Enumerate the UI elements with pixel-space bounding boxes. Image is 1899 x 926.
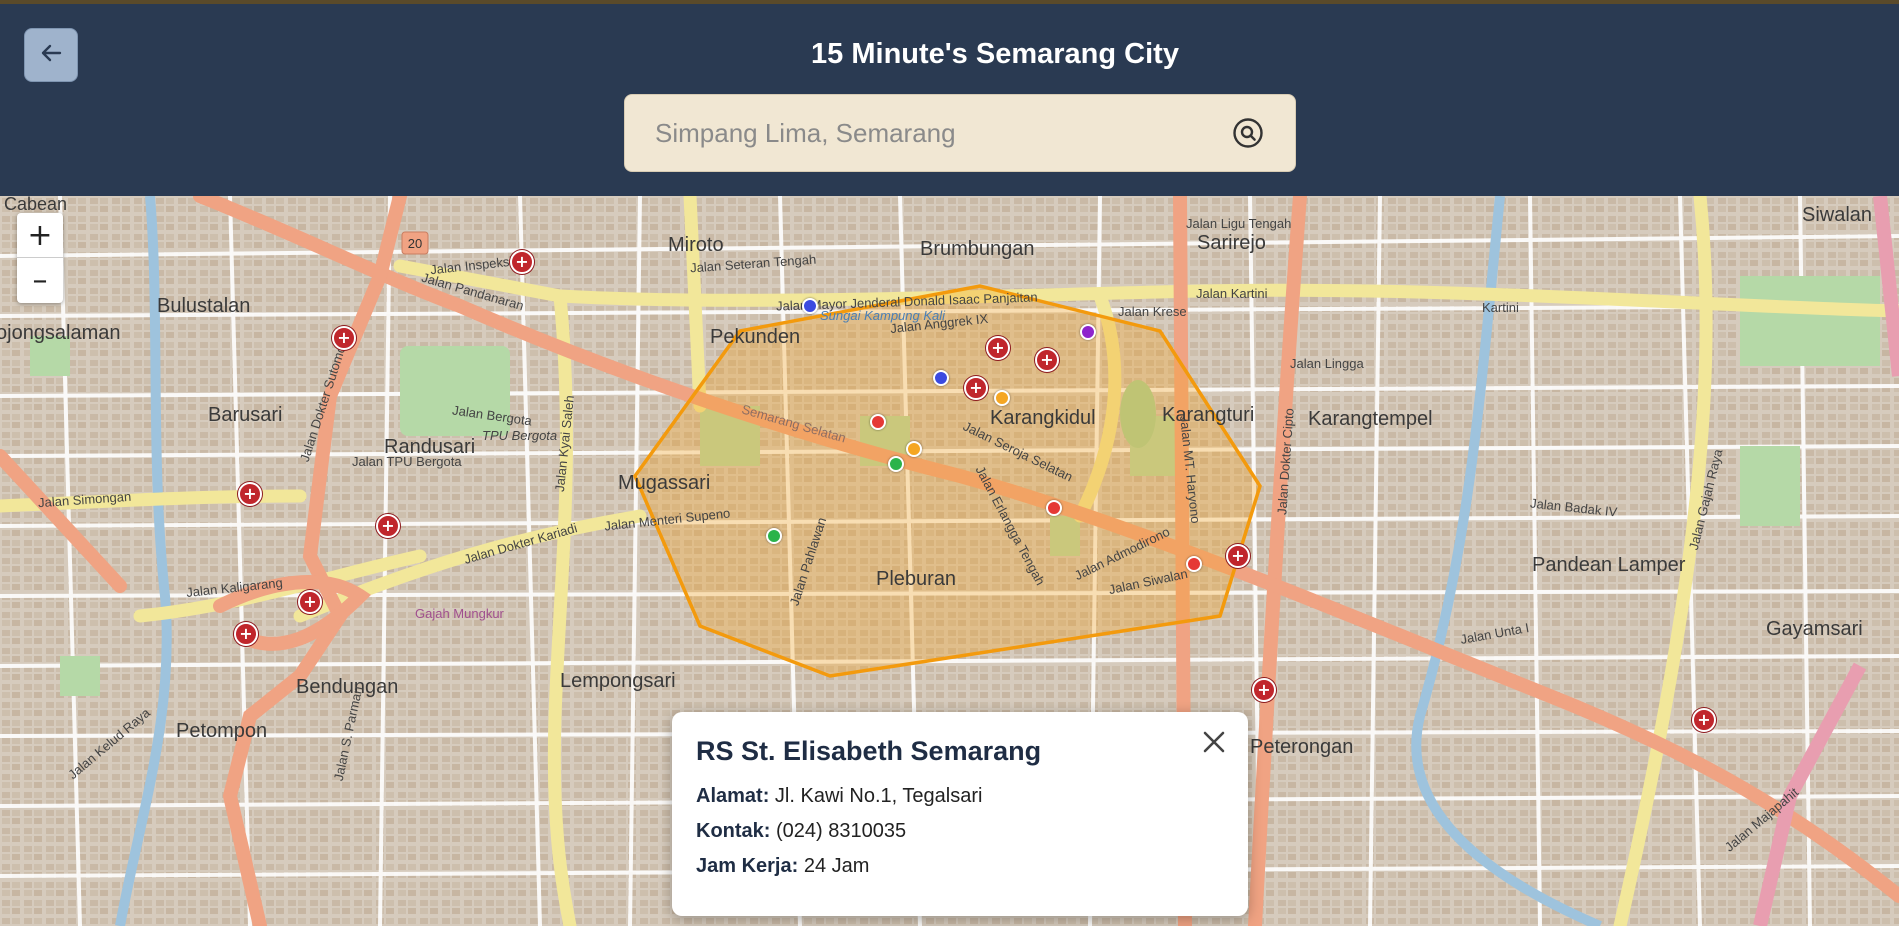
- zoom-control: + –: [17, 213, 63, 303]
- street-label: Kartini: [1482, 300, 1519, 315]
- place-label: Petompon: [176, 720, 268, 742]
- street-label: Jalan TPU Bergota: [352, 454, 462, 469]
- place-label: ojongsalaman: [0, 322, 121, 344]
- place-label: Lempongsari: [560, 670, 676, 692]
- place-label: Siwalan: [1802, 204, 1873, 226]
- place-label: Karangkidul: [990, 407, 1096, 429]
- place-label: Bulustalan: [157, 295, 251, 317]
- facility-marker[interactable]: [1080, 324, 1096, 340]
- hours-label: Jam Kerja:: [696, 855, 799, 877]
- popup-hours-row: Jam Kerja: 24 Jam: [696, 855, 1224, 878]
- place-label: TPU Bergota: [482, 428, 558, 443]
- popup-contact-row: Kontak: (024) 8310035: [696, 820, 1224, 843]
- route-badge-text: 20: [408, 236, 422, 251]
- contact-value: (024) 8310035: [776, 820, 907, 842]
- app-header: 15 Minute's Semarang City: [0, 4, 1899, 196]
- place-label: Barusari: [208, 404, 283, 426]
- hospital-icon[interactable]: +: [1692, 708, 1716, 732]
- hospital-icon[interactable]: +: [986, 336, 1010, 360]
- hospital-icon[interactable]: +: [298, 590, 322, 614]
- street-label: Jalan Lingga: [1290, 356, 1364, 371]
- hours-value: 24 Jam: [803, 855, 870, 877]
- popup-title: RS St. Elisabeth Semarang: [696, 736, 1042, 766]
- facility-marker[interactable]: [802, 298, 818, 314]
- place-label: Miroto: [668, 234, 724, 256]
- zoom-in-button[interactable]: +: [17, 213, 63, 258]
- facility-marker[interactable]: [870, 414, 886, 430]
- place-label: Bendungan: [296, 676, 399, 698]
- hospital-icon[interactable]: +: [1035, 348, 1059, 372]
- address-value: Jl. Kawi No.1, Tegalsari: [774, 785, 983, 807]
- facility-marker[interactable]: [933, 370, 949, 386]
- hospital-icon[interactable]: +: [1252, 678, 1276, 702]
- place-label: Gajah Mungkur: [415, 606, 504, 621]
- hospital-icon[interactable]: +: [1226, 544, 1250, 568]
- place-label: Sarirejo: [1197, 232, 1266, 254]
- place-label: Karangtempel: [1308, 408, 1433, 430]
- place-label: Brumbungan: [920, 238, 1035, 260]
- hospital-icon[interactable]: +: [964, 376, 988, 400]
- contact-label: Kontak:: [696, 820, 771, 842]
- popup-address-row: Alamat: Jl. Kawi No.1, Tegalsari: [696, 785, 1224, 808]
- search-bar[interactable]: [624, 94, 1296, 172]
- hospital-icon[interactable]: +: [376, 514, 400, 538]
- place-label: Pekunden: [710, 326, 801, 348]
- hospital-icon[interactable]: +: [510, 250, 534, 274]
- street-label: Sungai Kampung Kali: [820, 308, 946, 323]
- place-label: Mugassari: [618, 472, 711, 494]
- hospital-icon[interactable]: +: [238, 482, 262, 506]
- facility-marker[interactable]: [888, 456, 904, 472]
- facility-marker[interactable]: [766, 528, 782, 544]
- place-label: Gayamsari: [1766, 618, 1863, 640]
- facility-marker[interactable]: [1186, 556, 1202, 572]
- place-popup: RS St. Elisabeth Semarang Alamat: Jl. Ka…: [672, 712, 1248, 916]
- place-label: Pleburan: [876, 568, 957, 590]
- close-icon[interactable]: [1196, 724, 1232, 760]
- facility-marker[interactable]: [906, 441, 922, 457]
- place-label: Peterongan: [1250, 736, 1354, 758]
- search-circle-icon[interactable]: [1231, 116, 1265, 150]
- address-label: Alamat:: [696, 785, 770, 807]
- page-title: 15 Minute's Semarang City: [811, 38, 1179, 70]
- street-label: Jalan Ligu Tengah: [1186, 216, 1292, 231]
- place-label: Pandean Lamper: [1532, 554, 1686, 576]
- street-label: Jalan Kartini: [1196, 286, 1268, 301]
- place-label: Karangturi: [1162, 404, 1255, 426]
- hospital-icon[interactable]: +: [332, 326, 356, 350]
- hospital-icon[interactable]: +: [234, 622, 258, 646]
- zoom-out-button[interactable]: –: [17, 258, 63, 303]
- street-label: Jalan Krese: [1118, 304, 1187, 319]
- facility-marker[interactable]: [994, 390, 1010, 406]
- facility-marker[interactable]: [1046, 500, 1062, 516]
- search-input[interactable]: [655, 117, 1231, 149]
